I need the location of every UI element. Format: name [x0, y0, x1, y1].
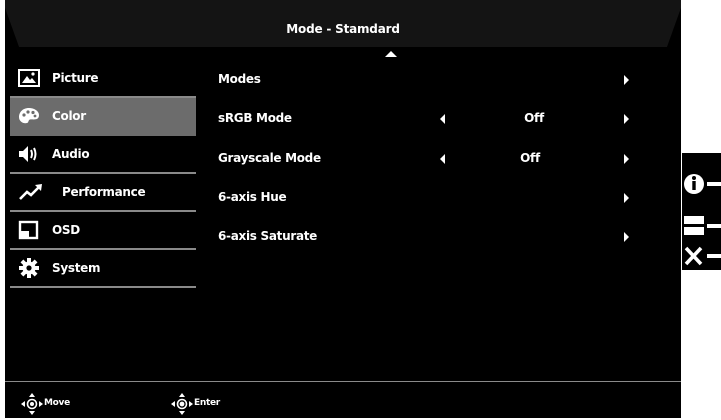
sidebar-item-label: Color [52, 109, 86, 123]
sidebar-item-osd[interactable]: OSD [10, 212, 196, 250]
setting-label: Grayscale Mode [218, 150, 321, 165]
trend-icon [19, 184, 42, 200]
arrow-left-icon[interactable] [440, 114, 445, 125]
scroll-up-arrow-icon[interactable] [385, 51, 397, 57]
settings-list: Modes sRGB Mode Off Grayscale Mode Off 6… [218, 60, 638, 256]
arrow-right-icon[interactable] [624, 232, 629, 243]
picture-icon [18, 69, 40, 87]
enter-label: Enter [194, 398, 220, 408]
sidebar-item-color[interactable]: Color [10, 98, 196, 136]
sidebar-menu: Picture Color Audio Performance OSD Syst… [10, 60, 196, 288]
osd-panel: Mode - Stamdard Picture Color Audio Perf… [5, 0, 681, 418]
setting-row-srgb-mode[interactable]: sRGB Mode Off [218, 99, 638, 138]
gear-icon [19, 258, 39, 278]
arrow-right-icon[interactable] [624, 114, 629, 125]
close-key-icon[interactable] [682, 242, 721, 274]
setting-label: sRGB Mode [218, 111, 292, 126]
sidebar-item-system[interactable]: System [10, 250, 196, 288]
osd-title: Mode - Stamdard [286, 22, 400, 36]
setting-row-6-axis-saturate[interactable]: 6-axis Saturate [218, 217, 638, 256]
title-bar: Mode - Stamdard [5, 0, 681, 47]
sidebar-item-label: OSD [52, 223, 80, 237]
sidebar-item-performance[interactable]: Performance [10, 174, 196, 212]
sidebar-item-label: System [52, 261, 101, 275]
footer-divider [5, 381, 681, 382]
arrow-left-icon[interactable] [440, 153, 445, 164]
setting-value: Off [520, 150, 540, 165]
setting-label: 6-axis Saturate [218, 229, 318, 244]
joystick-move-icon [21, 393, 43, 415]
setting-row-grayscale-mode[interactable]: Grayscale Mode Off [218, 139, 638, 178]
sidebar-item-picture[interactable]: Picture [10, 60, 196, 98]
arrow-right-icon[interactable] [624, 153, 629, 164]
sidebar-item-label: Picture [52, 71, 99, 85]
sidebar-item-audio[interactable]: Audio [10, 136, 196, 174]
palette-icon [19, 108, 39, 124]
info-key-icon[interactable] [682, 170, 721, 202]
hardware-key-strip [682, 153, 721, 270]
setting-label: 6-axis Hue [218, 189, 287, 204]
osd-window-icon [18, 220, 39, 240]
joystick-enter-icon [171, 393, 193, 415]
speaker-icon [19, 146, 37, 162]
arrow-right-icon[interactable] [624, 192, 629, 203]
move-label: Move [44, 398, 70, 408]
sidebar-item-label: Audio [52, 147, 90, 161]
setting-label: Modes [218, 72, 261, 86]
setting-row-6-axis-hue[interactable]: 6-axis Hue [218, 178, 638, 217]
sidebar-item-label: Performance [62, 185, 146, 199]
setting-value: Off [524, 111, 544, 126]
arrow-right-icon[interactable] [624, 75, 629, 85]
setting-row-modes[interactable]: Modes [218, 60, 638, 99]
menu-key-icon[interactable] [682, 210, 721, 242]
